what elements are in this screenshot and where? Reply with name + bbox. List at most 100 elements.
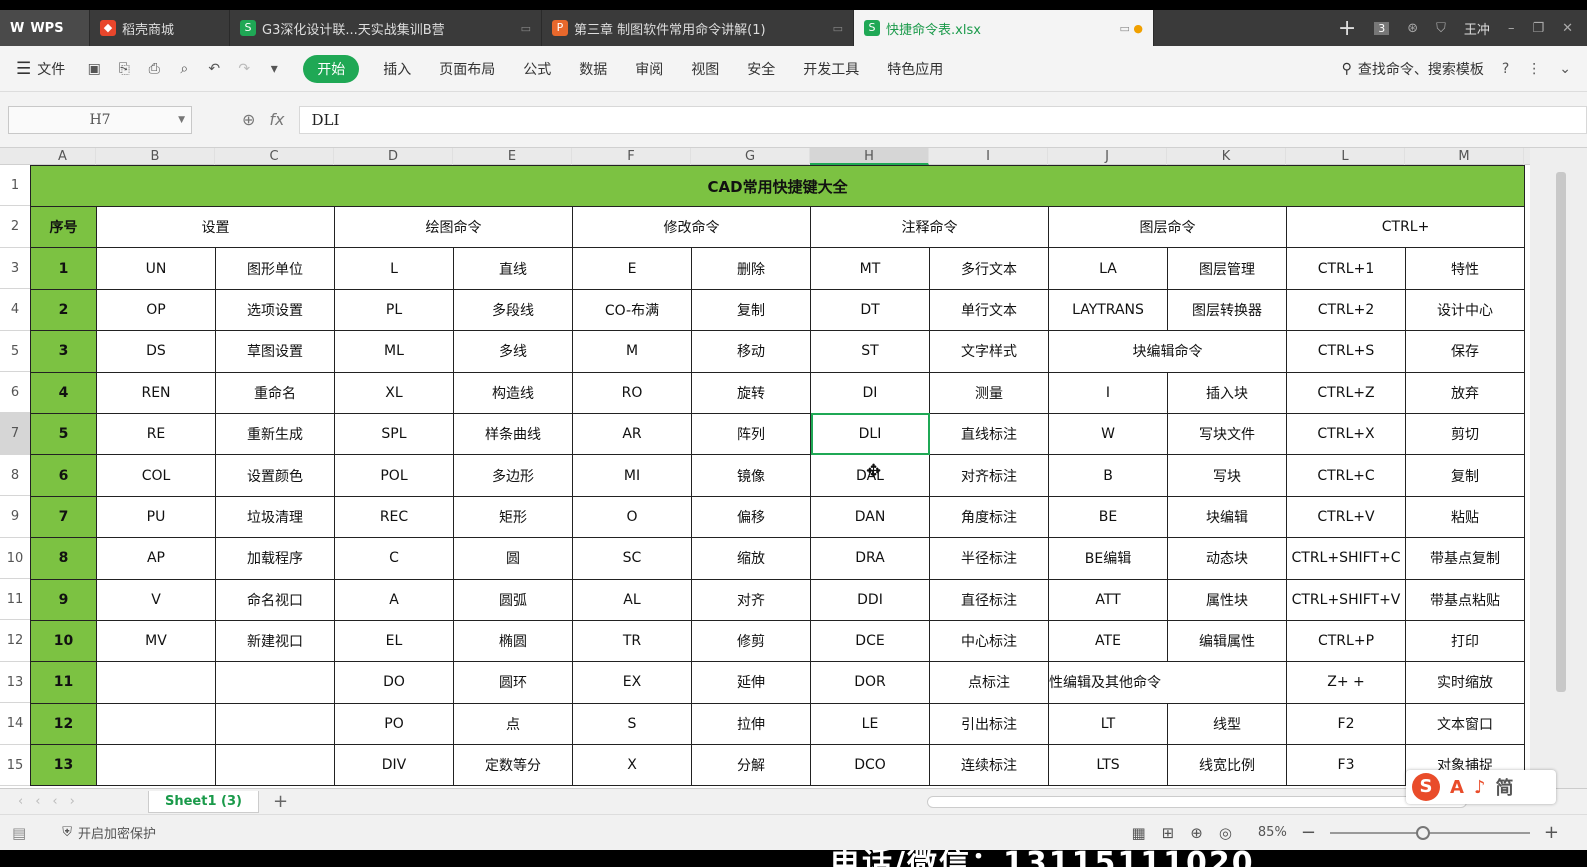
table-cell[interactable]: CTRL+C: [1286, 454, 1406, 497]
table-cell[interactable]: 偏移: [691, 495, 811, 539]
column-header-k[interactable]: K: [1167, 148, 1286, 165]
row-index-cell[interactable]: 10: [30, 619, 97, 663]
file-menu[interactable]: 文件: [37, 59, 65, 79]
row-index-cell[interactable]: 11: [30, 661, 97, 704]
header-annotation[interactable]: 注释命令: [810, 205, 1049, 249]
print-icon[interactable]: ⎙: [143, 61, 165, 77]
scrollbar-thumb[interactable]: [1556, 172, 1566, 692]
row-header-11[interactable]: 11: [0, 579, 30, 621]
zoom-slider-knob[interactable]: [1415, 825, 1430, 840]
table-cell[interactable]: L: [334, 247, 454, 290]
sheet-title[interactable]: CAD常用快捷键大全: [29, 165, 1526, 207]
page-break-view-icon[interactable]: ⊞: [1162, 824, 1175, 842]
table-cell[interactable]: AP: [96, 537, 216, 580]
table-cell[interactable]: CTRL+2: [1286, 288, 1406, 332]
collapse-ribbon-icon[interactable]: ⌄: [1559, 61, 1571, 77]
user-name[interactable]: 王冲: [1464, 19, 1490, 38]
table-cell[interactable]: CTRL+1: [1286, 247, 1406, 290]
table-cell[interactable]: RO: [572, 371, 692, 414]
column-header-c[interactable]: C: [215, 148, 334, 165]
table-cell[interactable]: 动态块: [1167, 537, 1287, 580]
attr-edit-header[interactable]: 性编辑及其他命令: [1048, 661, 1287, 704]
chevron-down-icon[interactable]: ▼: [178, 115, 185, 125]
table-cell[interactable]: CTRL+S: [1286, 330, 1406, 373]
zoom-slider[interactable]: [1329, 825, 1530, 840]
row-index-cell[interactable]: 7: [30, 495, 97, 539]
table-cell[interactable]: REN: [96, 371, 216, 414]
table-cell[interactable]: V: [96, 578, 216, 621]
table-cell[interactable]: CTRL+V: [1286, 495, 1406, 539]
table-cell[interactable]: 定数等分: [453, 744, 573, 787]
table-cell[interactable]: F2: [1286, 702, 1406, 746]
menu-developer[interactable]: 开发工具: [803, 59, 859, 79]
row-header-3[interactable]: 3: [0, 248, 30, 290]
horizontal-scrollbar[interactable]: [927, 795, 1467, 808]
column-header-e[interactable]: E: [453, 148, 572, 165]
table-cell[interactable]: ML: [334, 330, 454, 373]
table-cell[interactable]: 移动: [691, 330, 811, 373]
table-cell[interactable]: UN: [96, 247, 216, 290]
table-cell[interactable]: 对齐标注: [929, 454, 1049, 497]
tab-daoke-store[interactable]: ◆ 稻壳商城: [90, 10, 230, 46]
block-edit-header[interactable]: 块编辑命令: [1048, 330, 1287, 373]
row-header-15[interactable]: 15: [0, 745, 30, 786]
column-header-b[interactable]: B: [96, 148, 215, 165]
row-header-2[interactable]: 2: [0, 206, 30, 248]
table-cell[interactable]: AL: [572, 578, 692, 621]
table-cell[interactable]: 线型: [1167, 702, 1287, 746]
table-cell[interactable]: EL: [334, 619, 454, 663]
menu-data[interactable]: 数据: [579, 59, 607, 79]
table-cell[interactable]: DDI: [810, 578, 930, 621]
zoom-out-button[interactable]: −: [1301, 822, 1316, 843]
table-cell[interactable]: 命名视口: [215, 578, 335, 621]
encrypt-protect-button[interactable]: ⛨ 开启加密保护: [62, 823, 156, 842]
table-cell[interactable]: LTS: [1048, 744, 1168, 787]
table-cell[interactable]: LA: [1048, 247, 1168, 290]
table-cell[interactable]: LE: [810, 702, 930, 746]
table-cell[interactable]: 放弃: [1404, 371, 1526, 414]
table-cell[interactable]: [215, 744, 335, 787]
table-cell[interactable]: 角度标注: [929, 495, 1049, 539]
table-cell[interactable]: 阵列: [691, 412, 811, 456]
table-cell[interactable]: 插入块: [1167, 371, 1287, 414]
table-cell[interactable]: XL: [334, 371, 454, 414]
column-header-h[interactable]: H: [810, 148, 929, 165]
table-cell[interactable]: [96, 744, 216, 787]
header-ctrl[interactable]: CTRL+: [1285, 205, 1526, 249]
table-cell[interactable]: 直径标注: [929, 578, 1049, 621]
table-cell[interactable]: PU: [96, 495, 216, 539]
new-tab-button[interactable]: +: [1338, 16, 1356, 41]
table-cell[interactable]: CTRL+X: [1286, 412, 1406, 456]
menu-home[interactable]: 开始: [303, 54, 360, 83]
restore-icon[interactable]: ❐: [1532, 21, 1544, 36]
table-cell[interactable]: PO: [334, 702, 454, 746]
tab-wps-home[interactable]: W WPS: [0, 10, 90, 46]
table-cell[interactable]: 线宽比例: [1167, 744, 1287, 787]
table-cell[interactable]: 拉伸: [691, 702, 811, 746]
table-cell[interactable]: S: [572, 702, 692, 746]
more-icon[interactable]: ⋮: [1527, 61, 1541, 77]
table-cell[interactable]: DAN: [810, 495, 930, 539]
row-index-cell[interactable]: 3: [30, 330, 97, 373]
menu-review[interactable]: 审阅: [635, 59, 663, 79]
active-cell-h7[interactable]: DLI: [810, 412, 930, 456]
menu-formula[interactable]: 公式: [523, 59, 551, 79]
ime-mode-label[interactable]: A: [1450, 777, 1464, 798]
table-cell[interactable]: 半径标注: [929, 537, 1049, 580]
table-cell[interactable]: 设置颜色: [215, 454, 335, 497]
row-index-cell[interactable]: 8: [30, 537, 97, 580]
column-header-m[interactable]: M: [1405, 148, 1524, 165]
header-draw[interactable]: 绘图命令: [334, 205, 573, 249]
table-cell[interactable]: PL: [334, 288, 454, 332]
table-cell[interactable]: 点标注: [929, 661, 1049, 704]
sheet-nav-arrows[interactable]: ‹‹‹›: [0, 794, 148, 809]
table-cell[interactable]: LAYTRANS: [1048, 288, 1168, 332]
row-header-4[interactable]: 4: [0, 289, 30, 331]
table-cell[interactable]: 构造线: [453, 371, 573, 414]
header-index[interactable]: 序号: [30, 205, 97, 249]
table-cell[interactable]: 重新生成: [215, 412, 335, 456]
table-cell[interactable]: 选项设置: [215, 288, 335, 332]
table-cell[interactable]: 重命名: [215, 371, 335, 414]
table-cell[interactable]: 复制: [691, 288, 811, 332]
table-cell[interactable]: E: [572, 247, 692, 290]
